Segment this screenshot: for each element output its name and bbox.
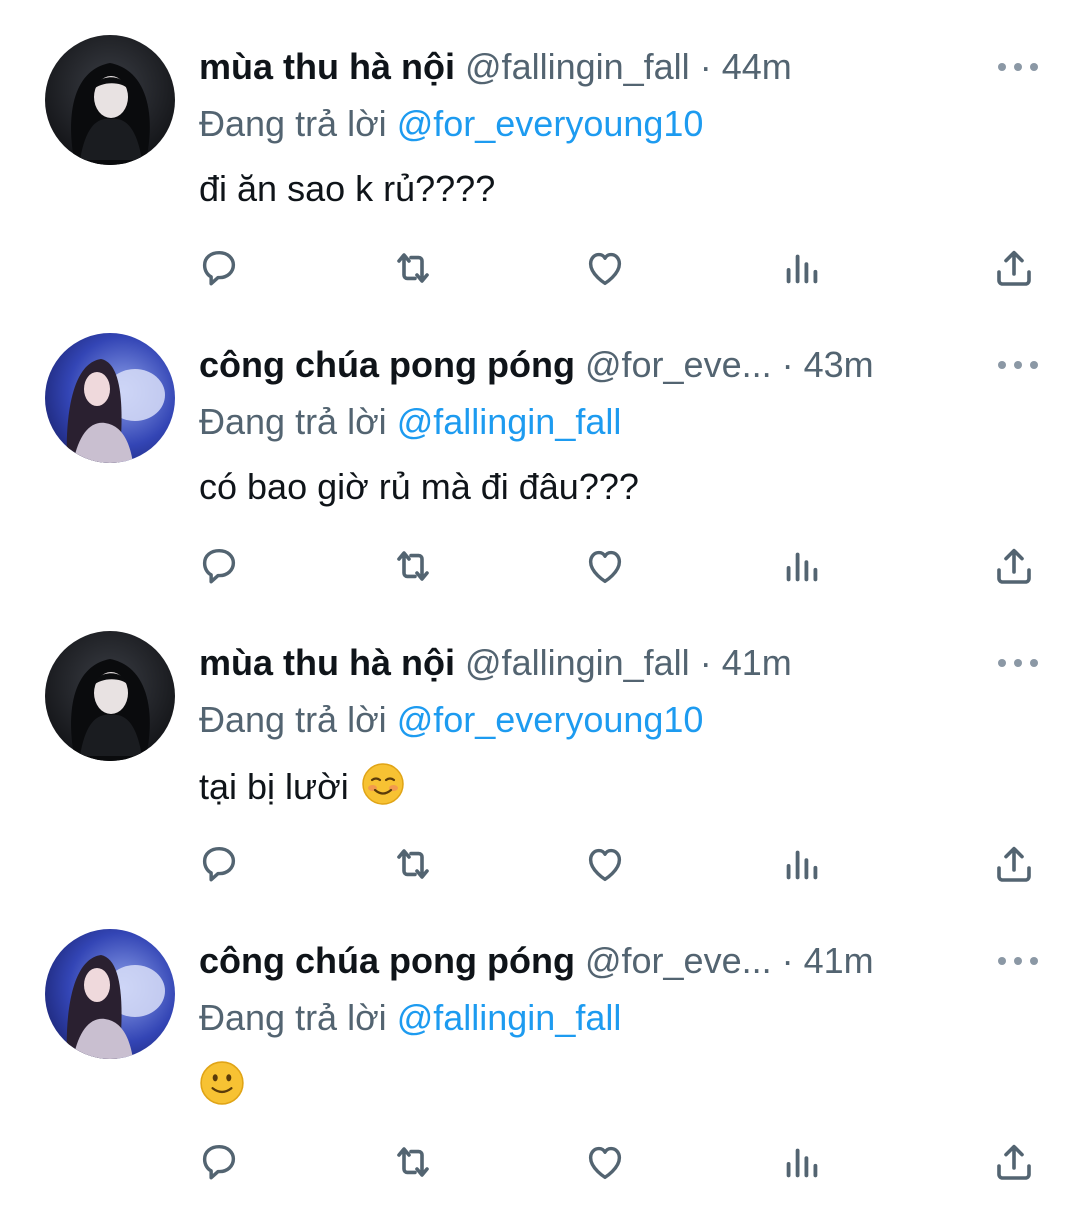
separator-dot: · <box>781 344 794 385</box>
tweet-header: công chúa pong póng @for_eve... · 43m <box>199 343 960 387</box>
reply-button[interactable] <box>193 838 245 890</box>
heart-icon <box>588 252 622 286</box>
reply-icon <box>202 250 236 286</box>
smiling-face-emoji <box>361 762 405 817</box>
replying-to: Đang trả lời @fallingin_fall <box>199 400 621 444</box>
retweet-button[interactable] <box>387 242 439 294</box>
reply-button[interactable] <box>193 1136 245 1188</box>
author-name[interactable]: công chúa pong póng <box>199 940 575 981</box>
author-name[interactable]: công chúa pong póng <box>199 344 575 385</box>
more-horizontal-icon[interactable] <box>998 946 1038 976</box>
replying-to: Đang trả lời @for_everyoung10 <box>199 102 703 146</box>
separator-dot: · <box>699 642 712 683</box>
heart-icon <box>588 550 622 584</box>
views-icon <box>786 850 818 880</box>
author-handle[interactable]: @fallingin_fall <box>465 46 690 87</box>
retweet-icon <box>397 253 429 283</box>
share-button[interactable] <box>988 540 1040 592</box>
views-icon <box>786 254 818 284</box>
tweet[interactable]: công chúa pong póng @for_eve... · 43m Đa… <box>0 298 1080 596</box>
separator-dot: · <box>699 46 712 87</box>
share-icon <box>997 1144 1031 1180</box>
share-button[interactable] <box>988 242 1040 294</box>
reply-mention-link[interactable]: @for_everyoung10 <box>397 103 704 144</box>
replying-to-label: Đang trả lời <box>199 401 387 442</box>
replying-to-label: Đang trả lời <box>199 103 387 144</box>
views-icon <box>786 1148 818 1178</box>
timestamp[interactable]: 44m <box>722 46 792 87</box>
like-button[interactable] <box>579 838 631 890</box>
author-name[interactable]: mùa thu hà nội <box>199 642 455 683</box>
reply-button[interactable] <box>193 540 245 592</box>
author-handle[interactable]: @for_eve... <box>585 344 772 385</box>
tweet-text <box>199 1060 245 1117</box>
tweet-text-content: tại bị lười <box>199 766 359 808</box>
tweet-header: mùa thu hà nội @fallingin_fall · 41m <box>199 641 960 685</box>
tweet-text-content: đi ăn sao k rủ???? <box>199 168 496 209</box>
separator-dot: · <box>781 940 794 981</box>
reply-button[interactable] <box>193 242 245 294</box>
heart-icon <box>588 848 622 882</box>
tweet-feed: mùa thu hà nội @fallingin_fall · 44m Đan… <box>0 0 1080 1223</box>
views-button[interactable] <box>776 540 828 592</box>
author-handle[interactable]: @for_eve... <box>585 940 772 981</box>
replying-to-label: Đang trả lời <box>199 997 387 1038</box>
share-icon <box>997 548 1031 584</box>
tweet-text-content: có bao giờ rủ mà đi đâu??? <box>199 466 639 507</box>
replying-to-label: Đang trả lời <box>199 699 387 740</box>
tweet[interactable]: mùa thu hà nội @fallingin_fall · 44m Đan… <box>0 0 1080 298</box>
like-button[interactable] <box>579 540 631 592</box>
reply-icon <box>202 548 236 584</box>
author-name[interactable]: mùa thu hà nội <box>199 46 455 87</box>
retweet-icon <box>397 1147 429 1177</box>
tweet-text: tại bị lười <box>199 762 405 817</box>
retweet-button[interactable] <box>387 1136 439 1188</box>
more-horizontal-icon[interactable] <box>998 350 1038 380</box>
tweet[interactable]: mùa thu hà nội @fallingin_fall · 41m Đan… <box>0 596 1080 894</box>
retweet-button[interactable] <box>387 540 439 592</box>
author-handle[interactable]: @fallingin_fall <box>465 642 690 683</box>
tweet-text: đi ăn sao k rủ???? <box>199 166 495 212</box>
tweet-header: mùa thu hà nội @fallingin_fall · 44m <box>199 45 960 89</box>
timestamp[interactable]: 41m <box>722 642 792 683</box>
like-button[interactable] <box>579 1136 631 1188</box>
like-button[interactable] <box>579 242 631 294</box>
tweet[interactable]: công chúa pong póng @for_eve... · 41m Đa… <box>0 894 1080 1192</box>
retweet-button[interactable] <box>387 838 439 890</box>
share-button[interactable] <box>988 838 1040 890</box>
reply-icon <box>202 846 236 882</box>
retweet-icon <box>397 551 429 581</box>
avatar[interactable] <box>45 929 175 1059</box>
tweet-header: công chúa pong póng @for_eve... · 41m <box>199 939 960 983</box>
reply-mention-link[interactable]: @fallingin_fall <box>397 997 622 1038</box>
tweet-actions <box>0 242 1080 294</box>
avatar[interactable] <box>45 35 175 165</box>
tweet-actions <box>0 540 1080 592</box>
avatar[interactable] <box>45 631 175 761</box>
tweet-text: có bao giờ rủ mà đi đâu??? <box>199 464 639 510</box>
views-icon <box>786 552 818 582</box>
slightly-smiling-face-emoji <box>199 1060 245 1117</box>
share-icon <box>997 250 1031 286</box>
more-horizontal-icon[interactable] <box>998 52 1038 82</box>
replying-to: Đang trả lời @fallingin_fall <box>199 996 621 1040</box>
views-button[interactable] <box>776 838 828 890</box>
reply-mention-link[interactable]: @for_everyoung10 <box>397 699 704 740</box>
share-button[interactable] <box>988 1136 1040 1188</box>
timestamp[interactable]: 43m <box>804 344 874 385</box>
reply-mention-link[interactable]: @fallingin_fall <box>397 401 622 442</box>
reply-icon <box>202 1144 236 1180</box>
views-button[interactable] <box>776 242 828 294</box>
tweet-actions <box>0 838 1080 890</box>
share-icon <box>997 846 1031 882</box>
replying-to: Đang trả lời @for_everyoung10 <box>199 698 703 742</box>
tweet-actions <box>0 1136 1080 1188</box>
more-horizontal-icon[interactable] <box>998 648 1038 678</box>
heart-icon <box>588 1146 622 1180</box>
retweet-icon <box>397 849 429 879</box>
timestamp[interactable]: 41m <box>804 940 874 981</box>
avatar[interactable] <box>45 333 175 463</box>
views-button[interactable] <box>776 1136 828 1188</box>
